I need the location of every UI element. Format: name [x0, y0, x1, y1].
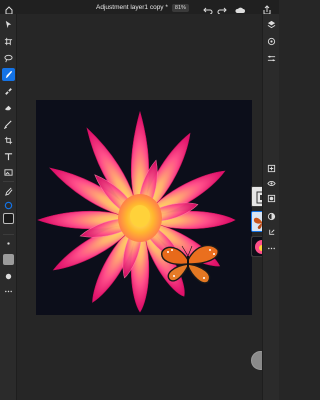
dot-icon — [7, 242, 10, 245]
lasso-tool[interactable] — [2, 52, 15, 65]
cursor-icon — [5, 20, 12, 29]
right-toolbar — [262, 14, 279, 400]
brush-size-control[interactable] — [2, 237, 15, 250]
eyedropper-tool[interactable] — [2, 185, 15, 198]
move-tool[interactable] — [2, 18, 15, 31]
mask-icon — [267, 194, 276, 203]
properties-icon — [267, 37, 276, 46]
type-tool[interactable] — [2, 150, 15, 163]
clone-stamp-tool[interactable] — [2, 118, 15, 131]
adjustment-layer-button[interactable] — [265, 210, 278, 223]
artboard-icon — [4, 37, 13, 46]
type-icon — [4, 153, 13, 161]
eraser-icon — [4, 105, 12, 111]
background-color-swatch[interactable] — [3, 254, 14, 265]
color-circle-icon — [4, 201, 13, 210]
canvas-area[interactable] — [17, 14, 272, 400]
add-layer-button[interactable] — [265, 162, 278, 175]
more-horizontal-icon — [268, 247, 275, 250]
sliders-icon — [267, 55, 276, 62]
plus-icon — [267, 164, 276, 173]
crop-icon — [4, 136, 13, 145]
lotus-flower-image — [37, 110, 236, 313]
eye-icon — [267, 181, 276, 186]
more-tools[interactable] — [2, 285, 15, 298]
eyedropper-icon — [5, 187, 13, 196]
color-indicator[interactable] — [2, 199, 15, 212]
artboard-tool[interactable] — [2, 35, 15, 48]
brush-tool[interactable] — [2, 68, 15, 81]
zoom-level-badge[interactable]: 81% — [171, 3, 189, 12]
half-circle-icon — [267, 212, 276, 221]
more-layer-options[interactable] — [265, 242, 278, 255]
visibility-button[interactable] — [265, 177, 278, 190]
eraser-tool[interactable] — [2, 101, 15, 114]
image-tool[interactable] — [2, 166, 15, 179]
properties-button[interactable] — [265, 35, 278, 48]
image-icon — [4, 169, 13, 176]
lasso-icon — [4, 54, 13, 63]
cloud-icon[interactable] — [235, 2, 245, 13]
toolbar-divider — [3, 181, 14, 182]
more-horizontal-icon — [5, 290, 12, 293]
document-title[interactable]: Adjustment layer1 copy * — [96, 4, 168, 11]
adjustments-button[interactable] — [265, 52, 278, 65]
undo-icon[interactable] — [203, 2, 213, 15]
clipping-button[interactable] — [265, 226, 278, 239]
foreground-color-swatch[interactable] — [3, 213, 14, 224]
top-bar: Adjustment layer1 copy * 81% — [0, 0, 279, 15]
layers-icon — [267, 20, 276, 29]
toolbar-divider — [3, 234, 14, 235]
document-canvas[interactable] — [36, 100, 252, 315]
circle-icon — [5, 273, 12, 280]
clip-icon — [269, 229, 275, 235]
left-toolbar — [0, 14, 17, 400]
stamp-icon — [4, 120, 12, 129]
brush-icon — [5, 70, 13, 79]
crop-tool[interactable] — [2, 134, 15, 147]
mask-button[interactable] — [265, 192, 278, 205]
brush-settings[interactable] — [2, 270, 15, 283]
document-title-group[interactable]: Adjustment layer1 copy * 81% — [96, 2, 189, 13]
healing-icon — [5, 88, 12, 95]
home-icon[interactable] — [4, 2, 14, 15]
healing-tool[interactable] — [2, 85, 15, 98]
layers-button[interactable] — [265, 18, 278, 31]
share-icon[interactable] — [262, 2, 272, 15]
redo-icon[interactable] — [217, 2, 227, 15]
